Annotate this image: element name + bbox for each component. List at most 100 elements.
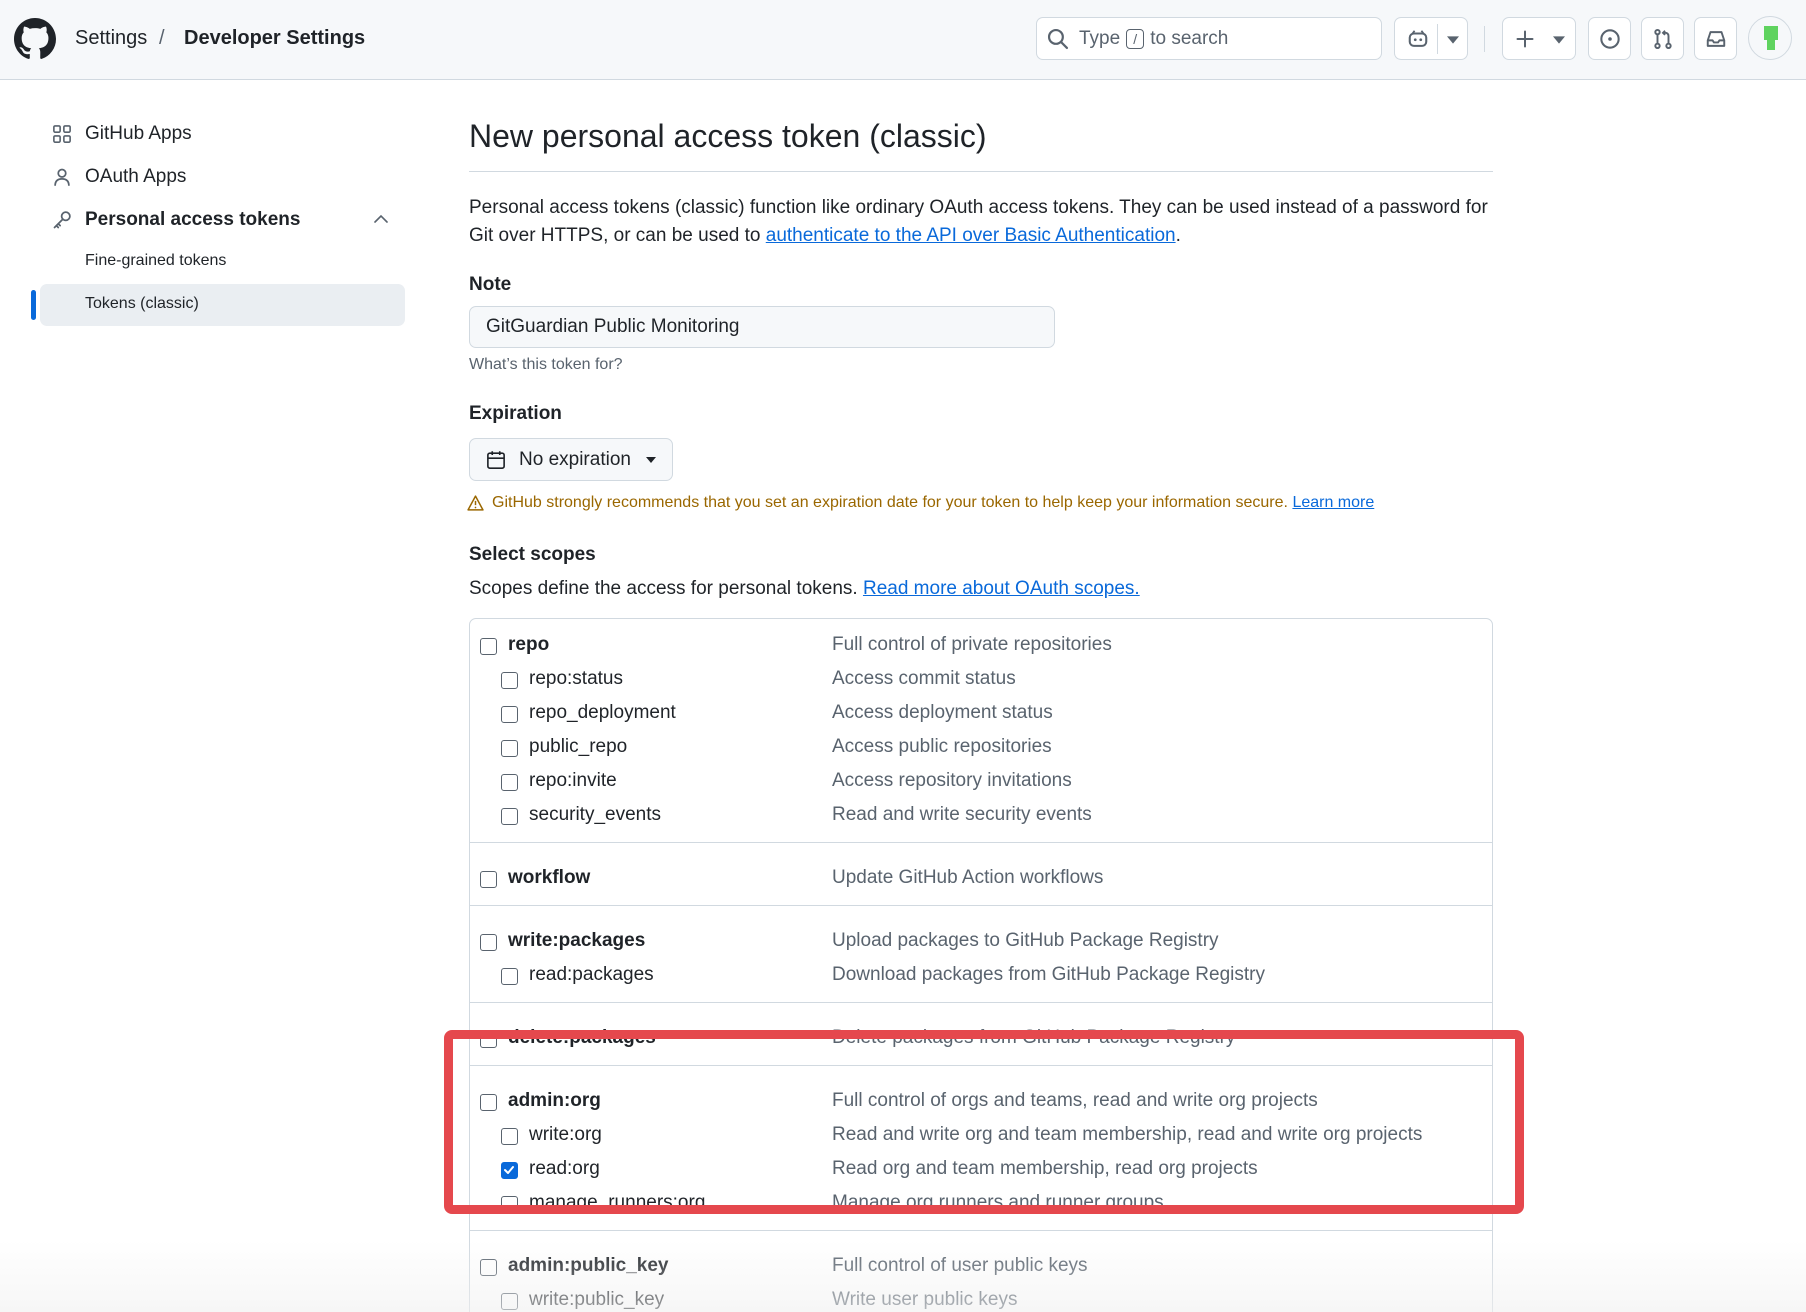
sidebar-item-tokens-classic[interactable]: Tokens (classic) bbox=[40, 284, 405, 326]
scope-checkbox[interactable] bbox=[501, 774, 518, 791]
basic-auth-link[interactable]: authenticate to the API over Basic Authe… bbox=[766, 225, 1176, 246]
note-input[interactable]: GitGuardian Public Monitoring bbox=[469, 306, 1055, 348]
sidebar-item-github-apps[interactable]: GitHub Apps bbox=[40, 113, 405, 155]
note-hint: What’s this token for? bbox=[469, 356, 623, 373]
github-logo-icon[interactable] bbox=[14, 18, 56, 60]
scope-name[interactable]: write:packages bbox=[508, 930, 645, 952]
scope-checkbox[interactable] bbox=[501, 808, 518, 825]
plus-icon bbox=[1516, 30, 1534, 48]
scope-description: Access repository invitations bbox=[832, 770, 1072, 791]
expiration-select[interactable]: No expiration bbox=[469, 438, 673, 481]
chevron-up-icon[interactable] bbox=[374, 214, 388, 224]
scope-name[interactable]: public_repo bbox=[529, 736, 627, 758]
scope-row: read:packages Download packages from GitH… bbox=[470, 959, 1492, 993]
sidebar-item-label: Personal access tokens bbox=[85, 209, 301, 230]
inbox-button[interactable] bbox=[1694, 17, 1737, 60]
scope-description: Full control of user public keys bbox=[832, 1255, 1088, 1276]
scope-checkbox[interactable] bbox=[501, 1293, 518, 1310]
scope-checkbox[interactable] bbox=[501, 706, 518, 723]
search-input[interactable]: Type / to search bbox=[1036, 17, 1382, 60]
title-divider bbox=[469, 171, 1493, 172]
chevron-down-icon[interactable] bbox=[1553, 35, 1565, 45]
scope-group-divider bbox=[470, 1065, 1492, 1066]
sidebar-item-oauth-apps[interactable]: OAuth Apps bbox=[40, 156, 405, 198]
scope-row: admin:org Full control of orgs and teams,… bbox=[470, 1085, 1492, 1119]
scope-description: Read and write org and team membership, … bbox=[832, 1124, 1423, 1145]
scope-description: Write user public keys bbox=[832, 1289, 1018, 1310]
scope-name[interactable]: workflow bbox=[508, 867, 590, 889]
scope-name[interactable]: security_events bbox=[529, 804, 661, 826]
scope-row: write:packages Upload packages to GitHub … bbox=[470, 925, 1492, 959]
scope-row: admin:public_key Full control of user pub… bbox=[470, 1250, 1492, 1284]
sidebar-item-label: Tokens (classic) bbox=[85, 295, 199, 312]
scope-row: repo:status Access commit status bbox=[470, 663, 1492, 697]
scope-description: Manage org runners and runner groups bbox=[832, 1192, 1164, 1213]
scope-name[interactable]: write:public_key bbox=[529, 1289, 664, 1311]
scope-description: Upload packages to GitHub Package Regist… bbox=[832, 930, 1219, 951]
scope-name[interactable]: admin:public_key bbox=[508, 1255, 669, 1277]
copilot-button[interactable] bbox=[1394, 17, 1468, 60]
scope-name[interactable]: admin:org bbox=[508, 1090, 601, 1112]
scope-checkbox[interactable] bbox=[501, 1128, 518, 1145]
key-icon bbox=[53, 211, 71, 229]
scope-row: read:org Read org and team membership, re… bbox=[470, 1153, 1492, 1187]
scope-checkbox[interactable] bbox=[501, 1196, 518, 1213]
pull-requests-button[interactable] bbox=[1641, 17, 1684, 60]
scope-group-divider bbox=[470, 905, 1492, 906]
scope-description: Delete packages from GitHub Package Regi… bbox=[832, 1027, 1236, 1048]
scope-description: Access commit status bbox=[832, 668, 1016, 689]
scope-name[interactable]: write:org bbox=[529, 1124, 602, 1146]
scope-name[interactable]: delete:packages bbox=[508, 1027, 656, 1049]
scopes-description-text: Scopes define the access for personal to… bbox=[469, 578, 858, 599]
scope-checkbox[interactable] bbox=[501, 1162, 518, 1179]
scope-name[interactable]: repo bbox=[508, 634, 549, 656]
sidebar-item-fine-grained-tokens[interactable]: Fine-grained tokens bbox=[40, 241, 405, 283]
sidebar-item-personal-access-tokens[interactable]: Personal access tokens bbox=[40, 199, 405, 241]
scope-checkbox[interactable] bbox=[501, 740, 518, 757]
scope-name[interactable]: repo:status bbox=[529, 668, 623, 690]
breadcrumb-settings[interactable]: Settings bbox=[75, 26, 147, 50]
scope-description: Update GitHub Action workflows bbox=[832, 867, 1104, 888]
inbox-icon bbox=[1706, 31, 1726, 47]
scope-row: security_events Read and write security e… bbox=[470, 799, 1492, 833]
breadcrumb-separator: / bbox=[159, 27, 165, 49]
search-prefix: Type bbox=[1079, 28, 1121, 49]
scope-checkbox[interactable] bbox=[480, 1259, 497, 1276]
scope-row: write:public_key Write user public keys bbox=[470, 1284, 1492, 1312]
scope-description: Read org and team membership, read org p… bbox=[832, 1158, 1258, 1179]
scope-name[interactable]: repo_deployment bbox=[529, 702, 676, 724]
chevron-down-icon[interactable] bbox=[1447, 35, 1459, 45]
sidebar-item-label: Fine-grained tokens bbox=[85, 252, 227, 269]
scope-row: manage_runners:org Manage org runners and… bbox=[470, 1187, 1492, 1221]
scope-name[interactable]: read:org bbox=[529, 1158, 600, 1180]
scopes-description: Scopes define the access for personal to… bbox=[469, 578, 1140, 600]
scope-row: public_repo Access public repositories bbox=[470, 731, 1492, 765]
sidebar-active-indicator bbox=[31, 290, 36, 320]
scope-checkbox[interactable] bbox=[480, 638, 497, 655]
avatar[interactable] bbox=[1748, 16, 1792, 60]
scope-name[interactable]: repo:invite bbox=[529, 770, 617, 792]
scope-checkbox[interactable] bbox=[480, 934, 497, 951]
select-scopes-label: Select scopes bbox=[469, 544, 596, 565]
caret-down-icon bbox=[646, 457, 656, 463]
sidebar-item-label: GitHub Apps bbox=[85, 123, 192, 144]
scope-description: Read and write security events bbox=[832, 804, 1092, 825]
scope-group-divider bbox=[470, 1002, 1492, 1003]
scope-checkbox[interactable] bbox=[501, 672, 518, 689]
scope-checkbox[interactable] bbox=[501, 968, 518, 985]
learn-more-link[interactable]: Learn more bbox=[1292, 494, 1374, 511]
scope-group-divider bbox=[470, 842, 1492, 843]
header-divider bbox=[1484, 26, 1485, 52]
scope-row: repo Full control of private repositories bbox=[470, 629, 1492, 663]
oauth-scopes-link[interactable]: Read more about OAuth scopes. bbox=[863, 578, 1140, 599]
issues-button[interactable] bbox=[1588, 17, 1631, 60]
scope-name[interactable]: manage_runners:org bbox=[529, 1192, 705, 1214]
apps-icon bbox=[53, 125, 71, 143]
scope-checkbox[interactable] bbox=[480, 871, 497, 888]
scope-checkbox[interactable] bbox=[480, 1094, 497, 1111]
breadcrumb-developer-settings[interactable]: Developer Settings bbox=[184, 26, 365, 50]
create-new-button[interactable] bbox=[1502, 17, 1576, 60]
scope-name[interactable]: read:packages bbox=[529, 964, 654, 986]
search-shortcut-key: / bbox=[1126, 29, 1145, 49]
scope-checkbox[interactable] bbox=[480, 1031, 497, 1048]
